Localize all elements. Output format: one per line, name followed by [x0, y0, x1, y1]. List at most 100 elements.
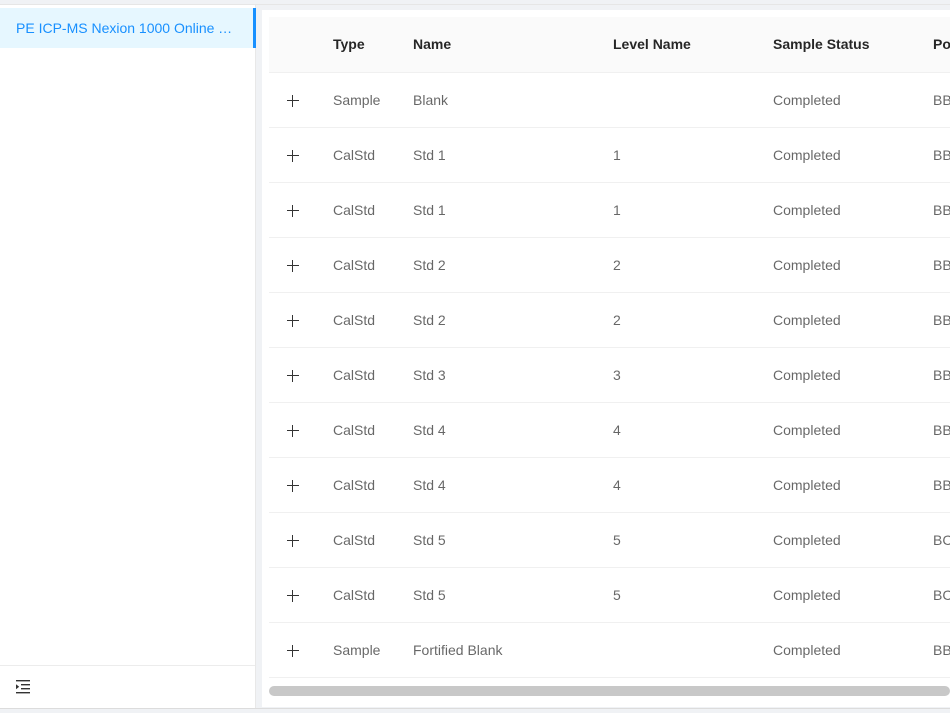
cell-position: BB	[917, 457, 950, 513]
plus-icon[interactable]	[286, 424, 300, 438]
table-row[interactable]: CalStd Std 4 4 Completed BB	[269, 402, 950, 458]
expand-cell	[269, 127, 317, 183]
cell-type: CalStd	[317, 292, 397, 348]
cell-level-name	[597, 72, 757, 128]
expand-cell	[269, 347, 317, 403]
cell-type: CalStd	[317, 182, 397, 238]
table-row[interactable]: CalStd Std 1 1 Completed BB	[269, 127, 950, 183]
column-header-sample-status[interactable]: Sample Status	[757, 17, 917, 73]
plus-icon[interactable]	[286, 589, 300, 603]
cell-name: Std 5	[397, 512, 597, 568]
table-row[interactable]: CalStd Std 2 2 Completed BB	[269, 237, 950, 293]
table-row[interactable]: CalStd Std 1 1 Completed BB	[269, 182, 950, 238]
cell-name: Std 2	[397, 292, 597, 348]
cell-type: CalStd	[317, 567, 397, 623]
cell-sample-status: Completed	[757, 402, 917, 458]
expand-cell	[269, 72, 317, 128]
table-row[interactable]: CalStdStd 55CompletedBC	[269, 567, 950, 623]
table-row[interactable]: CalStd Std 4 4 Completed BB	[269, 457, 950, 513]
cell-name: Fortified Blank	[397, 622, 597, 678]
cell-position: BB	[917, 347, 950, 403]
table-header: Type Name Level Name Sample Status Po	[269, 17, 950, 73]
expand-cell	[269, 457, 317, 513]
samples-table-container: Type Name Level Name Sample Status Po Sa…	[269, 17, 950, 678]
cell-position: BB	[917, 72, 950, 128]
column-header-expand	[269, 17, 317, 73]
plus-icon[interactable]	[286, 259, 300, 273]
cell-type: Sample	[317, 72, 397, 128]
cell-level-name: 5	[597, 512, 757, 568]
expand-cell	[269, 237, 317, 293]
plus-icon[interactable]	[286, 534, 300, 548]
cell-type: CalStd	[317, 402, 397, 458]
table-row[interactable]: CalStd Std 2 2 Completed BB	[269, 292, 950, 348]
cell-sample-status: Completed	[757, 127, 917, 183]
sidebar: PE ICP-MS Nexion 1000 Online Te...	[0, 5, 256, 708]
plus-icon[interactable]	[286, 204, 300, 218]
cell-position: BB	[917, 127, 950, 183]
plus-icon[interactable]	[286, 369, 300, 383]
plus-icon[interactable]	[286, 314, 300, 328]
column-header-position[interactable]: Po	[917, 17, 950, 73]
cell-sample-status: Completed	[757, 512, 917, 568]
cell-level-name: 2	[597, 292, 757, 348]
cell-level-name: 1	[597, 127, 757, 183]
table-body: Sample Blank Completed BB CalStd Std 1 1 Comple…	[269, 72, 950, 678]
cell-name: Std 1	[397, 182, 597, 238]
table-row[interactable]: Sample Fortified Blank Completed BB	[269, 622, 950, 678]
cell-sample-status: Completed	[757, 567, 917, 623]
cell-position: BB	[917, 622, 950, 678]
sidebar-footer	[0, 665, 255, 708]
plus-icon[interactable]	[286, 479, 300, 493]
cell-sample-status: Completed	[757, 347, 917, 403]
cell-sample-status: Completed	[757, 237, 917, 293]
column-header-name[interactable]: Name	[397, 17, 597, 73]
plus-icon[interactable]	[286, 644, 300, 658]
cell-sample-status: Completed	[757, 622, 917, 678]
cell-level-name: 4	[597, 457, 757, 513]
cell-position: BB	[917, 402, 950, 458]
cell-type: CalStd	[317, 512, 397, 568]
cell-level-name: 1	[597, 182, 757, 238]
cell-position: BC	[917, 512, 950, 568]
column-header-type[interactable]: Type	[317, 17, 397, 73]
expand-cell	[269, 567, 317, 623]
menu-fold-icon[interactable]	[14, 678, 34, 696]
cell-name: Std 3	[397, 347, 597, 403]
cell-name: Std 4	[397, 457, 597, 513]
expand-cell	[269, 402, 317, 458]
expand-cell	[269, 182, 317, 238]
cell-level-name: 2	[597, 237, 757, 293]
cell-level-name: 4	[597, 402, 757, 458]
cell-type: CalStd	[317, 457, 397, 513]
cell-level-name: 5	[597, 567, 757, 623]
cell-type: CalStd	[317, 127, 397, 183]
cell-position: BC	[917, 567, 950, 623]
cell-type: CalStd	[317, 237, 397, 293]
cell-sample-status: Completed	[757, 292, 917, 348]
cell-sample-status: Completed	[757, 72, 917, 128]
expand-cell	[269, 512, 317, 568]
plus-icon[interactable]	[286, 149, 300, 163]
cell-name: Std 1	[397, 127, 597, 183]
expand-cell	[269, 622, 317, 678]
cell-name: Blank	[397, 72, 597, 128]
table-row[interactable]: CalStdStd 55CompletedBC	[269, 512, 950, 568]
cell-sample-status: Completed	[757, 182, 917, 238]
table-row[interactable]: Sample Blank Completed BB	[269, 72, 950, 128]
cell-level-name	[597, 622, 757, 678]
cell-level-name: 3	[597, 347, 757, 403]
cell-name: Std 5	[397, 567, 597, 623]
cell-name: Std 2	[397, 237, 597, 293]
cell-sample-status: Completed	[757, 457, 917, 513]
cell-type: Sample	[317, 622, 397, 678]
horizontal-scrollbar[interactable]	[269, 686, 950, 696]
plus-icon[interactable]	[286, 94, 300, 108]
cell-position: BB	[917, 292, 950, 348]
table-row[interactable]: CalStd Std 3 3 Completed BB	[269, 347, 950, 403]
cell-position: BB	[917, 182, 950, 238]
column-header-level-name[interactable]: Level Name	[597, 17, 757, 73]
sidebar-item-method[interactable]: PE ICP-MS Nexion 1000 Online Te...	[0, 8, 256, 48]
cell-position: BB	[917, 237, 950, 293]
bottom-bar	[0, 708, 950, 713]
